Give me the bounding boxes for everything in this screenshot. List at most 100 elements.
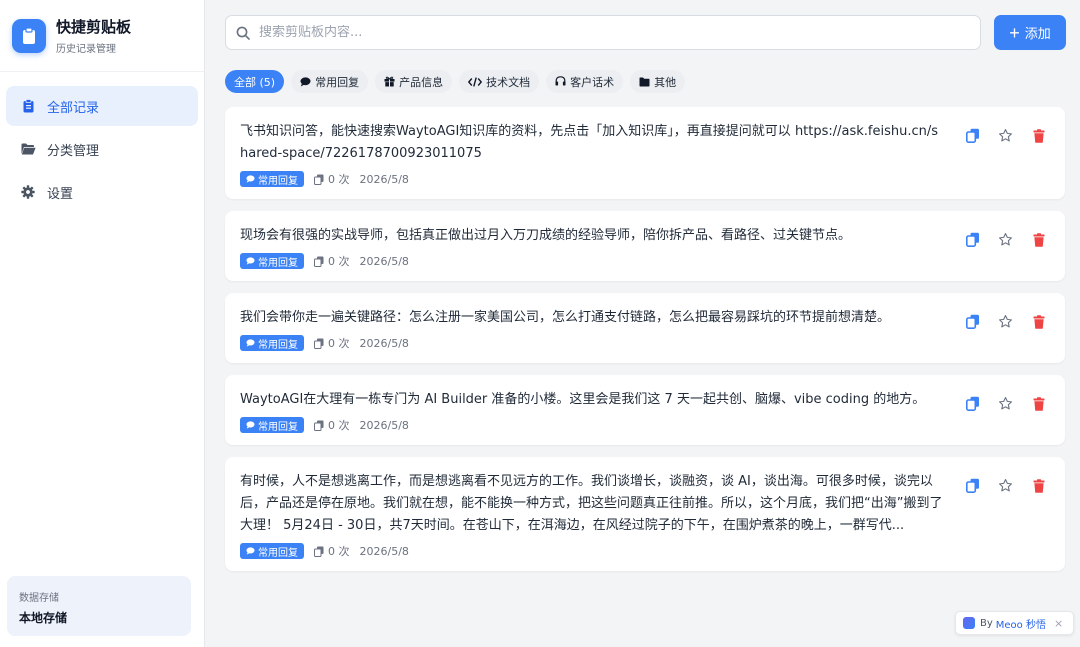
headset-icon — [555, 76, 566, 87]
chat-bubble-icon — [246, 547, 255, 555]
app-subtitle: 历史记录管理 — [56, 43, 116, 55]
tab-label: 常用回复 — [315, 75, 360, 89]
plus-icon: + — [1009, 22, 1020, 43]
sidebar-item-label: 分类管理 — [47, 143, 100, 159]
copy-count-icon — [314, 420, 324, 431]
copy-count: 0 次 — [328, 545, 350, 558]
tab-label: 全部 (5) — [234, 75, 276, 89]
storage-value: 本地存储 — [19, 611, 68, 625]
clip-list: 飞书知识问答，能快速搜索WaytoAGI知识库的资料，先点击「加入知识库」，再直… — [225, 107, 1065, 583]
copy-count-icon — [314, 546, 324, 557]
tab-customer-scripts[interactable]: 客户话术 — [546, 70, 624, 93]
sidebar-item-all-records[interactable]: 全部记录 — [6, 86, 198, 126]
clip-text: 有时候，人不是想逃离工作，而是想逃离看不见远方的工作。我们谈增长，谈融资，谈 A… — [240, 474, 943, 533]
clipboard-icon — [20, 98, 36, 114]
category-badge: 常用回复 — [240, 335, 304, 351]
trash-icon[interactable] — [1030, 313, 1047, 330]
tab-label: 其他 — [654, 75, 677, 89]
sidebar-nav: 全部记录 分类管理 设置 — [0, 72, 204, 212]
clip-date: 2026/5/8 — [359, 254, 409, 268]
copy-icon[interactable] — [964, 395, 981, 412]
star-icon[interactable] — [997, 231, 1014, 248]
star-icon[interactable] — [997, 477, 1014, 494]
category-badge-label: 常用回复 — [258, 421, 298, 433]
category-badge-label: 常用回复 — [258, 339, 298, 351]
clip-card[interactable]: 飞书知识问答，能快速搜索WaytoAGI知识库的资料，先点击「加入知识库」，再直… — [225, 107, 1065, 199]
search-input[interactable] — [259, 25, 959, 40]
clip-text: 飞书知识问答，能快速搜索WaytoAGI知识库的资料，先点击「加入知识库」，再直… — [240, 124, 939, 161]
clip-text: 我们会带你走一遍关键路径：怎么注册一家美国公司，怎么打通支付链路，怎么把最容易踩… — [240, 310, 891, 325]
folder-icon — [639, 76, 650, 87]
clip-text: WaytoAGI在大理有一栋专门为 AI Builder 准备的小楼。这里会是我… — [240, 392, 926, 407]
tab-all[interactable]: 全部 (5) — [225, 70, 285, 93]
meoo-logo-icon — [963, 617, 975, 629]
sidebar-item-settings[interactable]: 设置 — [6, 172, 198, 212]
chat-bubble-icon — [246, 421, 255, 429]
chat-bubble-icon — [246, 257, 255, 265]
clip-date: 2026/5/8 — [359, 544, 409, 558]
clip-card[interactable]: WaytoAGI在大理有一栋专门为 AI Builder 准备的小楼。这里会是我… — [225, 375, 1065, 445]
copy-count-icon — [314, 256, 324, 267]
made-by-badge[interactable]: By Meoo 秒悟 × — [955, 611, 1074, 635]
category-badge-label: 常用回复 — [258, 175, 298, 187]
clip-date: 2026/5/8 — [359, 418, 409, 432]
copy-count: 0 次 — [328, 173, 350, 186]
chat-bubble-icon — [246, 339, 255, 347]
clip-text: 现场会有很强的实战导师，包括真正做出过月入万刀成绩的经验导师，陪你拆产品、看路径… — [240, 228, 852, 243]
copy-count: 0 次 — [328, 419, 350, 432]
copy-icon[interactable] — [964, 477, 981, 494]
clip-date: 2026/5/8 — [359, 336, 409, 350]
code-icon — [468, 76, 483, 87]
close-icon[interactable]: × — [1054, 617, 1063, 630]
chat-bubble-icon — [246, 175, 255, 183]
sidebar-item-label: 全部记录 — [47, 100, 100, 116]
copy-icon[interactable] — [964, 127, 981, 144]
sidebar-item-label: 设置 — [47, 186, 74, 202]
tab-tech-docs[interactable]: 技术文档 — [459, 70, 540, 93]
tab-product-info[interactable]: 产品信息 — [375, 70, 453, 93]
star-icon[interactable] — [997, 127, 1014, 144]
copy-icon[interactable] — [964, 313, 981, 330]
clip-card[interactable]: 我们会带你走一遍关键路径：怎么注册一家美国公司，怎么打通支付链路，怎么把最容易踩… — [225, 293, 1065, 363]
clip-card[interactable]: 有时候，人不是想逃离工作，而是想逃离看不见远方的工作。我们谈增长，谈融资，谈 A… — [225, 457, 1065, 571]
clipboard-logo-icon — [12, 18, 46, 53]
search-bar[interactable] — [225, 15, 981, 50]
category-badge: 常用回复 — [240, 417, 304, 433]
copy-count-icon — [314, 174, 324, 185]
category-badge-label: 常用回复 — [258, 257, 298, 269]
category-badge: 常用回复 — [240, 543, 304, 559]
category-tabs: 全部 (5) 常用回复 产品信息 技术文档 客户话术 其他 — [225, 70, 686, 93]
clip-card[interactable]: 现场会有很强的实战导师，包括真正做出过月入万刀成绩的经验导师，陪你拆产品、看路径… — [225, 211, 1065, 281]
tab-other[interactable]: 其他 — [630, 70, 686, 93]
copy-count: 0 次 — [328, 337, 350, 350]
trash-icon[interactable] — [1030, 395, 1047, 412]
storage-label: 数据存储 — [19, 593, 59, 604]
copy-count: 0 次 — [328, 255, 350, 268]
category-badge: 常用回复 — [240, 253, 304, 269]
trash-icon[interactable] — [1030, 231, 1047, 248]
made-by-brand: Meoo 秒悟 — [995, 619, 1046, 631]
trash-icon[interactable] — [1030, 127, 1047, 144]
tab-label: 技术文档 — [486, 75, 531, 89]
sidebar: 快捷剪贴板 历史记录管理 全部记录 分类管理 设置 数据存储 本地存储 — [0, 0, 205, 647]
trash-icon[interactable] — [1030, 477, 1047, 494]
app-title: 快捷剪贴板 — [56, 17, 132, 36]
folder-open-icon — [20, 141, 36, 157]
search-icon — [236, 26, 250, 40]
add-button-label: 添加 — [1024, 26, 1051, 41]
clip-date: 2026/5/8 — [359, 172, 409, 186]
tab-label: 客户话术 — [570, 75, 615, 89]
category-badge-label: 常用回复 — [258, 547, 298, 559]
star-icon[interactable] — [997, 395, 1014, 412]
tab-common-replies[interactable]: 常用回复 — [291, 70, 369, 93]
brand: 快捷剪贴板 历史记录管理 — [0, 0, 204, 72]
star-icon[interactable] — [997, 313, 1014, 330]
add-button[interactable]: + 添加 — [994, 15, 1066, 50]
copy-count-icon — [314, 338, 324, 349]
sidebar-item-categories[interactable]: 分类管理 — [6, 129, 198, 169]
storage-info: 数据存储 本地存储 — [7, 576, 191, 636]
tab-label: 产品信息 — [399, 75, 444, 89]
chat-bubble-icon — [300, 76, 311, 87]
copy-icon[interactable] — [964, 231, 981, 248]
made-by-prefix: By — [980, 617, 993, 629]
